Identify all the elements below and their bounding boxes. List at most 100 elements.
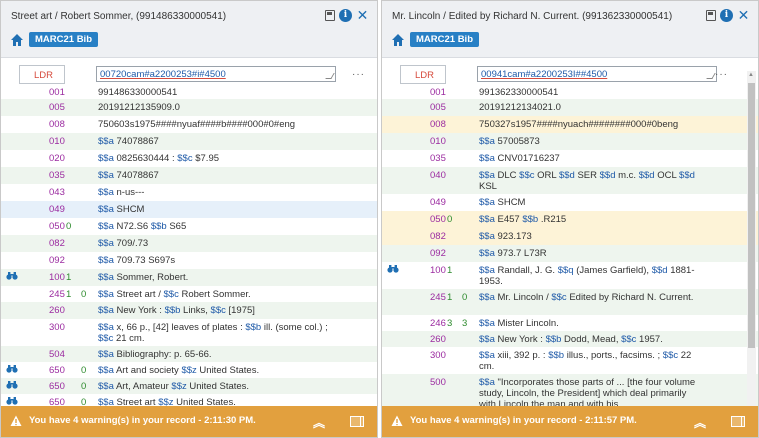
marc-field-row[interactable]: 008 750603s1975####nyuaf####b####000#0#en… — [1, 116, 377, 133]
field-tag[interactable]: 260 — [430, 334, 446, 345]
field-value[interactable]: $$a xiii, 392 p. : $$b illus., ports., f… — [479, 350, 699, 372]
marc-field-row[interactable]: 040 $$a DLC $$c ORL $$d SER $$d m.c. $$d … — [382, 167, 758, 194]
field-value[interactable]: $$a E457 $$b .R215 — [479, 214, 699, 225]
info-icon[interactable]: i — [339, 9, 352, 22]
field-value[interactable]: $$a N72.S6 $$b S65 — [98, 221, 338, 232]
marc-field-row[interactable]: 082 $$a 709/.73 — [1, 235, 377, 252]
indicator-1[interactable]: 1 — [66, 272, 71, 283]
scrollbar-thumb[interactable] — [748, 83, 755, 348]
binoculars-icon[interactable] — [6, 396, 18, 405]
indicator-2[interactable]: 0 — [81, 365, 86, 376]
field-tag[interactable]: 005 — [430, 102, 446, 113]
more-options-icon[interactable]: ··· — [352, 69, 365, 80]
indicator-1[interactable]: 1 — [66, 289, 71, 300]
field-tag[interactable]: 049 — [430, 197, 446, 208]
marc-field-row[interactable]: 300 $$a x, 66 p., [42] leaves of plates :… — [1, 319, 377, 346]
field-tag[interactable]: 082 — [430, 231, 446, 242]
field-value[interactable]: $$a 709/.73 — [98, 238, 338, 249]
field-tag[interactable]: 650 — [49, 397, 65, 406]
marc-field-row[interactable]: 260 $$a New York : $$b Links, $$c [1975] — [1, 302, 377, 319]
expand-warnings-icon[interactable]: ︽ — [313, 414, 325, 431]
field-value[interactable]: 20191212134021.0 — [479, 102, 699, 113]
vertical-scrollbar[interactable]: ▲ — [747, 71, 756, 406]
field-tag[interactable]: 049 — [49, 204, 65, 215]
ldr-input[interactable]: 00720cam#a2200253#i#4500 — [96, 66, 336, 82]
marc-field-row[interactable]: 050 0 $$a N72.S6 $$b S65 — [1, 218, 377, 235]
field-value[interactable]: $$a DLC $$c ORL $$d SER $$d m.c. $$d OCL… — [479, 170, 699, 192]
field-value[interactable]: $$a Street art / $$c Robert Sommer. — [98, 289, 338, 300]
field-value[interactable]: $$a Sommer, Robert. — [98, 272, 338, 283]
marc-field-row[interactable]: 010 $$a 74078867 — [1, 133, 377, 150]
field-value[interactable]: $$a Street art $$z United States. — [98, 397, 338, 406]
field-value[interactable]: $$a 74078867 — [98, 136, 338, 147]
indicator-2[interactable]: 3 — [462, 318, 467, 329]
field-tag[interactable]: 082 — [49, 238, 65, 249]
field-value[interactable]: 991486330000541 — [98, 87, 338, 98]
close-icon[interactable]: ✕ — [356, 8, 369, 22]
field-tag[interactable]: 092 — [430, 248, 446, 259]
binoculars-icon[interactable] — [6, 380, 18, 389]
home-icon[interactable] — [391, 33, 405, 47]
field-value[interactable]: $$a Randall, J. G. $$q (James Garfield),… — [479, 265, 699, 287]
binoculars-icon[interactable] — [387, 264, 399, 273]
field-tag[interactable]: 035 — [430, 153, 446, 164]
field-tag[interactable]: 050 — [49, 221, 65, 232]
marc-field-row[interactable]: 100 1 $$a Randall, J. G. $$q (James Garfie… — [382, 262, 758, 289]
indicator-1[interactable]: 3 — [447, 318, 452, 329]
field-value[interactable]: $$a Art and society $$z United States. — [98, 365, 338, 376]
field-tag[interactable]: 005 — [49, 102, 65, 113]
toggle-sidebar-icon[interactable] — [731, 416, 745, 427]
field-tag[interactable]: 008 — [430, 119, 446, 130]
field-tag[interactable]: 650 — [49, 381, 65, 392]
save-icon[interactable] — [325, 10, 335, 21]
indicator-2[interactable]: 0 — [81, 381, 86, 392]
marc-field-row[interactable]: 504 $$a Bibliography: p. 65-66. — [1, 346, 377, 362]
field-value[interactable]: $$a 923.173 — [479, 231, 699, 242]
marc-field-row[interactable]: 050 0 $$a E457 $$b .R215 — [382, 211, 758, 228]
marc-field-row[interactable]: 005 20191212135909.0 — [1, 99, 377, 116]
field-tag[interactable]: 650 — [49, 365, 65, 376]
field-value[interactable]: $$a n-us--- — [98, 187, 338, 198]
record-type-badge[interactable]: MARC21 Bib — [410, 32, 480, 47]
marc-field-row[interactable]: 650 0 $$a Street art $$z United States. — [1, 394, 377, 406]
field-value[interactable]: $$a SHCM — [98, 204, 338, 215]
marc-field-row[interactable]: 043 $$a n-us--- — [1, 184, 377, 201]
field-value[interactable]: 20191212135909.0 — [98, 102, 338, 113]
field-tag[interactable]: 008 — [49, 119, 65, 130]
field-value[interactable]: 991362330000541 — [479, 87, 699, 98]
field-value[interactable]: $$a Art, Amateur $$z United States. — [98, 381, 338, 392]
expand-warnings-icon[interactable]: ︽ — [694, 414, 706, 431]
marc-field-row[interactable]: 300 $$a xiii, 392 p. : $$b illus., ports.… — [382, 347, 758, 374]
marc-field-row[interactable]: 092 $$a 709.73 S697s — [1, 252, 377, 269]
marc-field-row[interactable]: 001 991362330000541 — [382, 84, 758, 99]
field-value[interactable]: $$a New York : $$b Links, $$c [1975] — [98, 305, 338, 316]
marc-field-row[interactable]: 035 $$a CNV01716237 — [382, 150, 758, 167]
marc-field-row[interactable]: 260 $$a New York : $$b Dodd, Mead, $$c 19… — [382, 331, 758, 347]
indicator-2[interactable]: 0 — [81, 289, 86, 300]
field-value[interactable]: $$a Mr. Lincoln / $$c Edited by Richard … — [479, 292, 699, 303]
marc-field-row[interactable]: 082 $$a 923.173 — [382, 228, 758, 245]
marc-field-row[interactable]: 049 $$a SHCM — [382, 194, 758, 211]
indicator-1[interactable]: 1 — [447, 265, 452, 276]
field-value[interactable]: $$a 74078867 — [98, 170, 338, 181]
more-options-icon[interactable]: ··· — [715, 69, 728, 80]
toggle-sidebar-icon[interactable] — [350, 416, 364, 427]
marc-field-row[interactable]: 049 $$a SHCM — [1, 201, 377, 218]
field-tag[interactable]: 300 — [430, 350, 446, 361]
field-value[interactable]: $$a 973.7 L73R — [479, 248, 699, 259]
record-type-badge[interactable]: MARC21 Bib — [29, 32, 99, 47]
field-tag[interactable]: 010 — [49, 136, 65, 147]
marc-field-row[interactable]: 092 $$a 973.7 L73R — [382, 245, 758, 262]
close-icon[interactable]: ✕ — [737, 8, 750, 22]
marc-field-row[interactable]: 246 3 3 $$a Mister Lincoln. — [382, 315, 758, 331]
field-value[interactable]: $$a New York : $$b Dodd, Mead, $$c 1957. — [479, 334, 699, 345]
marc-field-row[interactable]: 650 0 $$a Art and society $$z United State… — [1, 362, 377, 378]
save-icon[interactable] — [706, 10, 716, 21]
field-tag[interactable]: 246 — [430, 318, 446, 329]
field-tag[interactable]: 500 — [430, 377, 446, 388]
binoculars-icon[interactable] — [6, 271, 18, 280]
marc-field-row[interactable]: 020 $$a 0825630444 : $$c $7.95 — [1, 150, 377, 167]
scroll-up-icon[interactable]: ▲ — [748, 72, 754, 78]
field-tag[interactable]: 050 — [430, 214, 446, 225]
field-tag[interactable]: 100 — [430, 265, 446, 276]
